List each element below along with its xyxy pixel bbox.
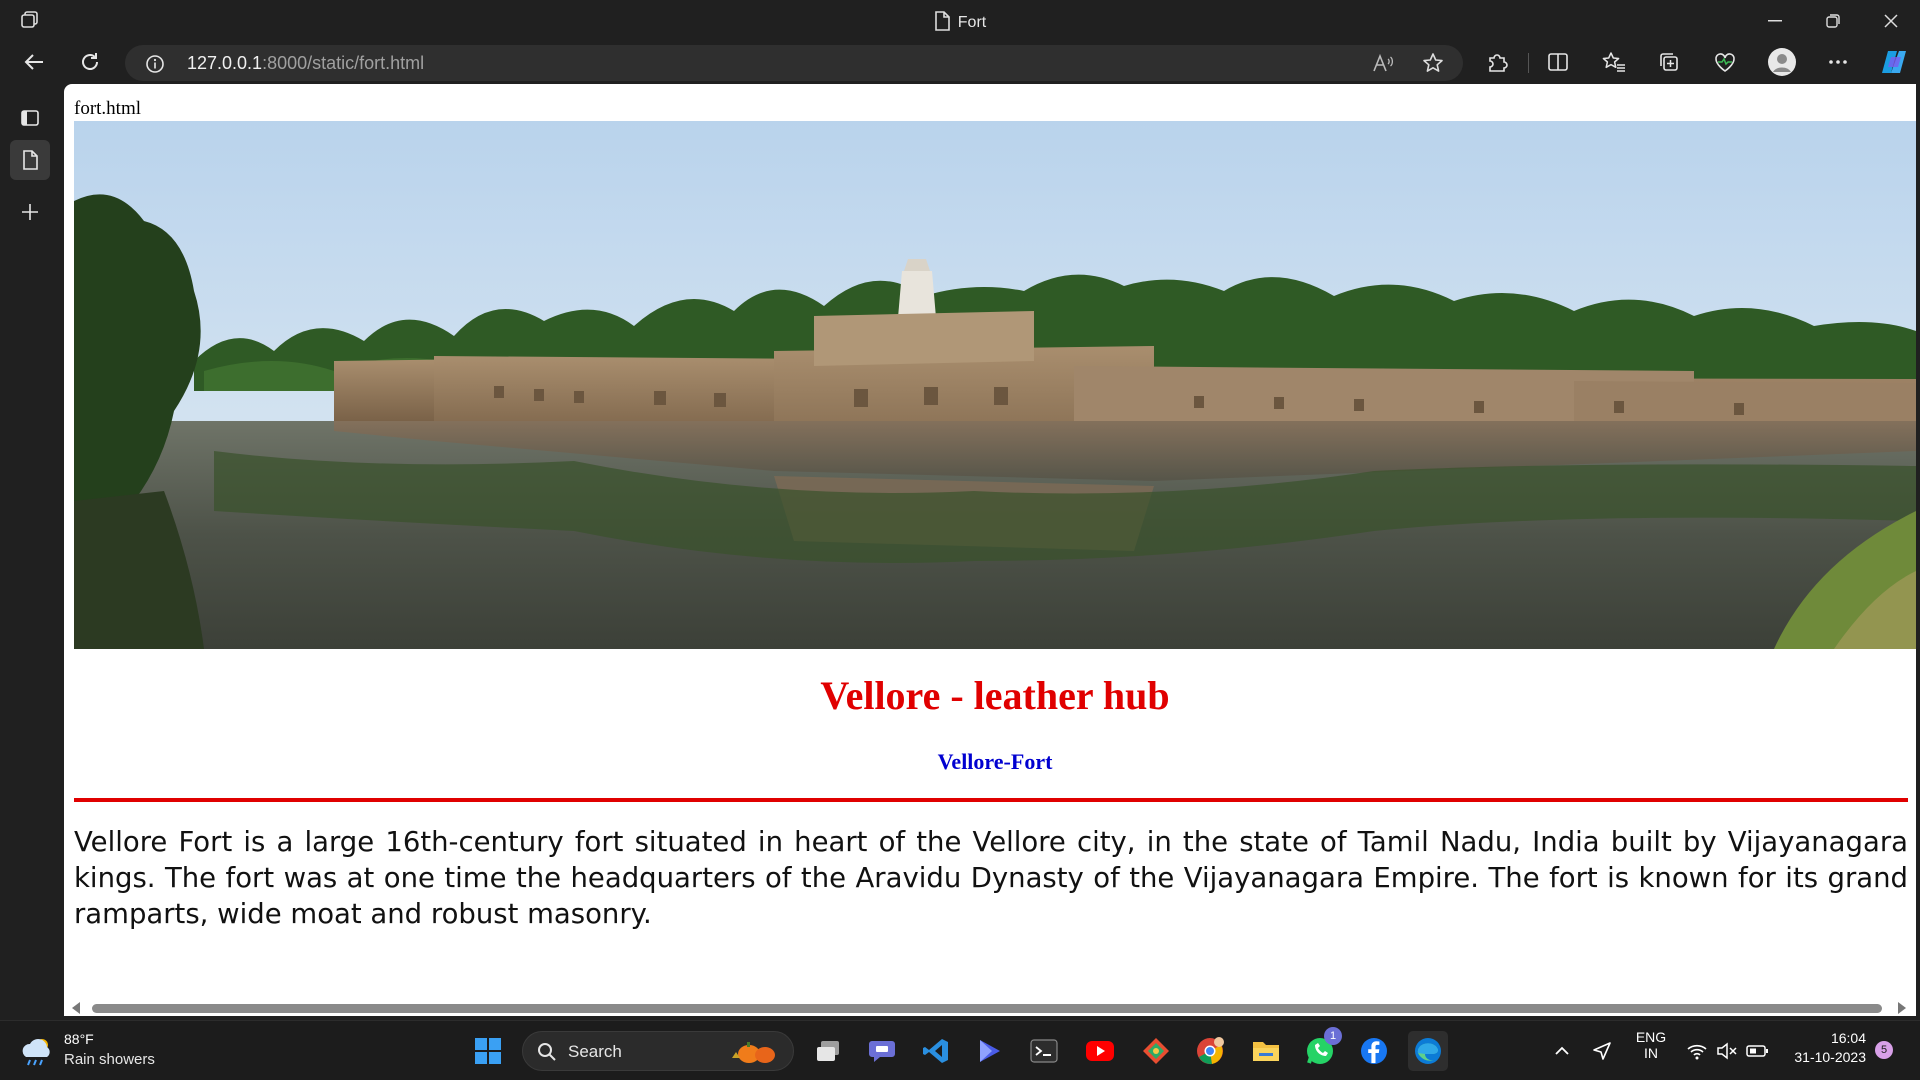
search-icon	[538, 1043, 556, 1061]
language-code: ENG	[1635, 1029, 1667, 1045]
toolbar-separator	[1528, 53, 1529, 73]
battery-icon	[1746, 1045, 1768, 1057]
scrollbar-thumb[interactable]	[92, 1004, 1882, 1013]
tab-fort[interactable]	[10, 140, 50, 180]
profile-avatar[interactable]	[1764, 46, 1800, 78]
page-viewport: fort.html Vellore - leather hub Vellore-…	[64, 84, 1916, 1016]
whatsapp-icon[interactable]: 1	[1300, 1027, 1342, 1071]
weather-condition: Rain showers	[64, 1051, 155, 1068]
notification-count-badge[interactable]: 5	[1875, 1041, 1893, 1059]
horizontal-scrollbar[interactable]	[64, 998, 1916, 1016]
extensions-button[interactable]	[1479, 46, 1515, 78]
terminal-icon[interactable]	[1024, 1031, 1064, 1071]
teams-chat-icon[interactable]	[862, 1031, 902, 1071]
wifi-icon	[1687, 1044, 1707, 1060]
window-title-text: Fort	[957, 14, 987, 31]
chrome-icon[interactable]	[1190, 1031, 1230, 1071]
refresh-button[interactable]	[72, 46, 108, 78]
power-automate-icon[interactable]	[970, 1031, 1010, 1071]
minimize-button[interactable]	[1752, 6, 1798, 36]
page-subheading: Vellore-Fort	[937, 749, 1053, 774]
document-icon	[934, 11, 950, 35]
site-info-icon[interactable]	[145, 54, 165, 78]
url-path: :8000/static/fort.html	[262, 53, 425, 73]
weather-temperature: 88°F	[64, 1031, 94, 1047]
url-text[interactable]: 127.0.0.1:8000/static/fort.html	[187, 53, 424, 74]
fort-photo	[74, 121, 1916, 649]
taskbar: 88°F Rain showers Search 1 ENG IN 16:04 …	[0, 1020, 1920, 1080]
restore-button[interactable]	[1810, 6, 1856, 36]
weather-widget[interactable]: 88°F Rain showers	[20, 1031, 180, 1073]
description-paragraph: Vellore Fort is a large 16th-century for…	[74, 826, 1908, 930]
file-explorer-icon[interactable]	[1246, 1031, 1286, 1071]
browser-essentials-button[interactable]	[1707, 46, 1743, 78]
language-indicator[interactable]: ENG IN	[1626, 1029, 1676, 1061]
clock[interactable]: 16:04 31-10-2023	[1780, 1030, 1866, 1065]
vscode-icon[interactable]	[916, 1031, 956, 1071]
url-host: 127.0.0.1	[187, 53, 263, 73]
whatsapp-badge: 1	[1324, 1027, 1342, 1045]
clock-time: 16:04	[1830, 1030, 1866, 1046]
location-arrow-icon[interactable]	[1582, 1031, 1622, 1071]
favorites-button[interactable]	[1596, 46, 1632, 78]
language-region: IN	[1644, 1045, 1658, 1061]
vertical-tab-strip	[0, 84, 64, 1020]
start-button[interactable]	[468, 1031, 508, 1071]
volume-muted-icon	[1717, 1042, 1737, 1060]
browser-toolbar: 127.0.0.1:8000/static/fort.html	[0, 41, 1920, 84]
close-button[interactable]	[1868, 6, 1914, 36]
quick-settings[interactable]	[1684, 1031, 1784, 1071]
scroll-right-arrow[interactable]	[1898, 1002, 1906, 1014]
show-hidden-icons-chevron-up-icon[interactable]	[1542, 1031, 1582, 1071]
split-screen-button[interactable]	[1540, 46, 1576, 78]
image-alt-text: fort.html	[74, 98, 142, 119]
edge-icon[interactable]	[1408, 1031, 1448, 1071]
halloween-pumpkin-icon	[732, 1042, 775, 1063]
tab-actions-icon[interactable]	[10, 98, 50, 138]
collections-button[interactable]	[1651, 46, 1687, 78]
favorite-star-icon[interactable]	[1421, 52, 1445, 74]
youtube-icon[interactable]	[1080, 1031, 1120, 1071]
page-heading: Vellore - leather hub	[820, 673, 1170, 718]
scroll-left-arrow[interactable]	[72, 1002, 80, 1014]
read-aloud-icon[interactable]	[1371, 52, 1395, 74]
title-bar: Fort	[0, 0, 1920, 41]
git-app-icon[interactable]	[1136, 1031, 1176, 1071]
task-view-button[interactable]	[808, 1031, 848, 1071]
window-title: Fort	[0, 11, 1920, 35]
copilot-icon[interactable]	[1876, 46, 1912, 78]
new-tab-button[interactable]	[10, 192, 50, 232]
taskbar-search[interactable]: Search	[522, 1031, 794, 1071]
search-label: Search	[568, 1042, 622, 1061]
facebook-icon[interactable]	[1354, 1031, 1394, 1071]
back-button[interactable]	[16, 46, 52, 78]
web-page: fort.html Vellore - leather hub Vellore-…	[64, 84, 1916, 1016]
rain-cloud-icon	[22, 1039, 50, 1066]
horizontal-rule	[74, 798, 1908, 802]
clock-date: 31-10-2023	[1794, 1049, 1866, 1065]
more-menu-button[interactable]	[1820, 46, 1856, 78]
address-bar[interactable]: 127.0.0.1:8000/static/fort.html	[125, 45, 1463, 81]
